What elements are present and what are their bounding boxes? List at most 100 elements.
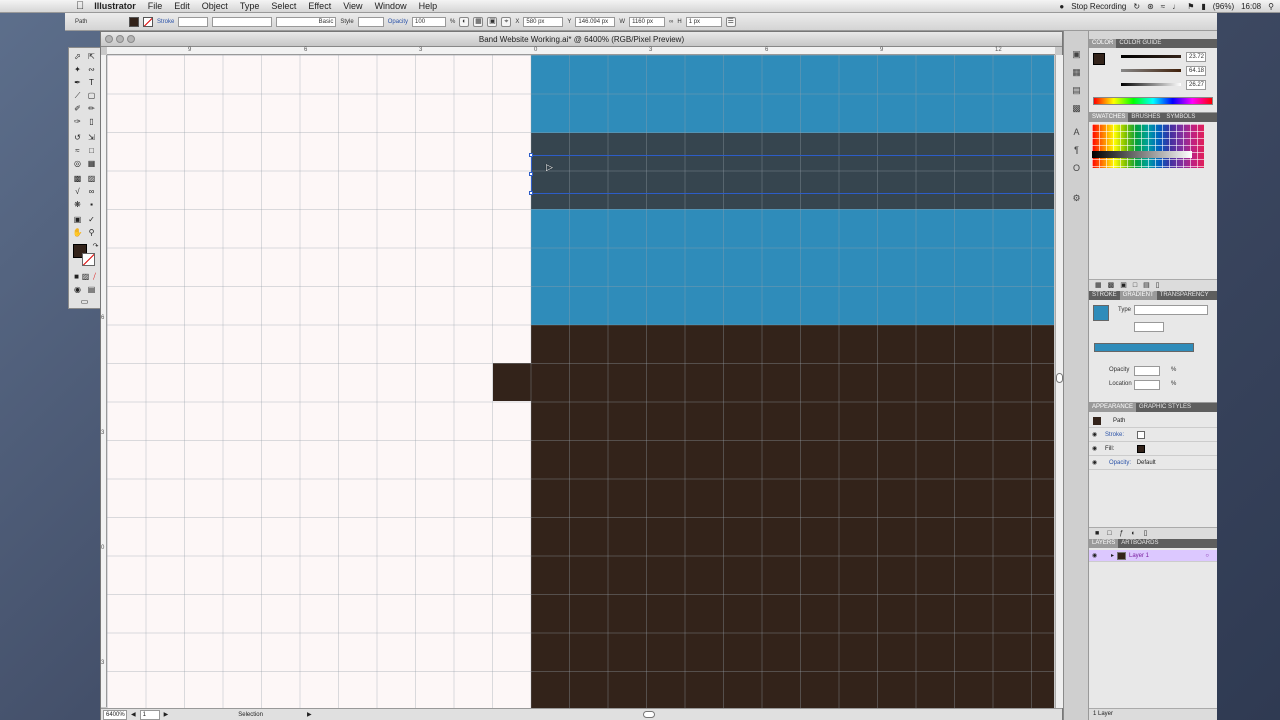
stop-recording-menu[interactable]: Stop Recording xyxy=(1071,2,1126,11)
stroke-color-box[interactable] xyxy=(82,253,95,266)
color-spectrum[interactable] xyxy=(1093,97,1213,105)
flag-icon[interactable]: ⚑ xyxy=(1187,2,1194,11)
status-menu-icon[interactable]: ▶ xyxy=(307,711,312,718)
app-menu[interactable]: Illustrator xyxy=(94,1,136,11)
artboards-icon[interactable]: ▣ xyxy=(1071,49,1082,60)
slice-tool-icon[interactable]: ✓ xyxy=(85,214,98,226)
layer-target-icon[interactable]: ○ xyxy=(1205,550,1209,562)
mesh-tool-icon[interactable]: ▩ xyxy=(71,173,84,185)
free-transform-tool-icon[interactable]: □ xyxy=(85,145,98,157)
record-icon[interactable]: ● xyxy=(1059,2,1064,11)
horizontal-scroll-thumb[interactable] xyxy=(643,711,655,718)
menu-edit[interactable]: Edit xyxy=(174,1,190,11)
brush-select[interactable]: Basic xyxy=(276,16,337,27)
variable-width-select[interactable] xyxy=(212,16,273,27)
next-artboard-icon[interactable]: ▶ xyxy=(164,711,169,718)
stroke-swatch[interactable] xyxy=(143,16,153,27)
battery-status[interactable]: (96%) xyxy=(1213,2,1234,11)
drawing-mode-icon[interactable]: ◉ xyxy=(71,284,84,296)
color-slider-h[interactable] xyxy=(1121,55,1181,58)
selection-tool-icon[interactable]: ⬀ xyxy=(71,51,84,63)
artboard-number-field[interactable]: 1 xyxy=(139,709,160,720)
transform-panel-icon[interactable]: ▦ xyxy=(1071,67,1082,78)
pen-tool-icon[interactable]: ✒ xyxy=(71,77,84,89)
layer-expand-icon[interactable]: ▸ xyxy=(1111,550,1114,562)
recolor-icon[interactable]: ◐ xyxy=(459,16,470,27)
zoom-tool-icon[interactable]: ⚲ xyxy=(85,227,98,239)
fill-attribute-label[interactable]: Fill: xyxy=(1105,446,1114,452)
symbol-sprayer-tool-icon[interactable]: ❋ xyxy=(71,199,84,211)
tab-layers[interactable]: Layers xyxy=(1089,539,1119,548)
x-field[interactable]: 580 px xyxy=(523,16,564,27)
visibility-eye-icon[interactable]: ◉ xyxy=(1092,456,1097,470)
tab-graphic-styles[interactable]: Graphic Styles xyxy=(1136,403,1194,412)
appearance-stroke-row[interactable]: ◉ Stroke: xyxy=(1089,428,1217,442)
zoom-button[interactable] xyxy=(127,35,135,43)
tab-appearance[interactable]: Appearance xyxy=(1089,403,1137,412)
layer-name[interactable]: Layer 1 xyxy=(1129,553,1149,559)
hand-tool-icon[interactable]: ✋ xyxy=(71,227,84,239)
color-value-field[interactable]: 64.18 xyxy=(1186,66,1206,76)
gradient-swatch[interactable] xyxy=(1093,305,1109,321)
anchor-point[interactable] xyxy=(529,153,533,157)
magic-wand-tool-icon[interactable]: ✦ xyxy=(71,64,84,76)
menu-window[interactable]: Window xyxy=(375,1,407,11)
close-button[interactable] xyxy=(105,35,113,43)
menu-help[interactable]: Help xyxy=(419,1,438,11)
stroke-none-swatch[interactable] xyxy=(1137,431,1145,439)
anchor-point[interactable] xyxy=(529,172,533,176)
shape-builder-tool-icon[interactable]: ◎ xyxy=(71,158,84,170)
eyedropper-tool-icon[interactable]: √ xyxy=(71,186,84,198)
visibility-eye-icon[interactable]: ◉ xyxy=(1092,442,1097,456)
style-select[interactable] xyxy=(357,16,384,27)
tab-brushes[interactable]: Brushes xyxy=(1128,113,1163,122)
paragraph-panel-icon[interactable]: ¶ xyxy=(1071,145,1082,156)
color-value-field[interactable]: 26.27 xyxy=(1186,80,1206,90)
lasso-tool-icon[interactable]: ∾ xyxy=(85,64,98,76)
menu-file[interactable]: File xyxy=(148,1,163,11)
opentype-icon[interactable]: O xyxy=(1071,163,1082,174)
y-field[interactable]: 146.094 px xyxy=(575,16,616,27)
perspective-grid-tool-icon[interactable]: ▦ xyxy=(85,158,98,170)
reference-point-icon[interactable]: ⌖ xyxy=(501,16,512,27)
transform-icon[interactable]: ▣ xyxy=(487,16,498,27)
tab-color-guide[interactable]: Color Guide xyxy=(1116,39,1164,48)
fill-swatch[interactable] xyxy=(129,16,139,27)
align-panel-icon[interactable]: ▤ xyxy=(1071,85,1082,96)
apple-menu-icon[interactable]:  xyxy=(76,0,84,12)
layer-row[interactable]: ◉ ▸ Layer 1 ○ xyxy=(1089,550,1217,562)
gradient-tool-icon[interactable]: ▨ xyxy=(85,173,98,185)
menu-effect[interactable]: Effect xyxy=(308,1,331,11)
gradient-ramp[interactable] xyxy=(1094,343,1194,352)
opacity-attribute-label[interactable]: Opacity: xyxy=(1109,460,1131,466)
column-graph-tool-icon[interactable]: ▪ xyxy=(85,199,98,211)
rectangle-tool-icon[interactable]: ▢ xyxy=(85,90,98,102)
rotate-tool-icon[interactable]: ↺ xyxy=(71,132,84,144)
tab-transparency[interactable]: Transparency xyxy=(1157,291,1212,300)
wifi-icon[interactable]: ≈ xyxy=(1161,2,1165,11)
blend-tool-icon[interactable]: ∞ xyxy=(85,186,98,198)
menu-type[interactable]: Type xyxy=(240,1,260,11)
tab-artboards[interactable]: Artboards xyxy=(1118,539,1161,548)
character-panel-icon[interactable]: A xyxy=(1071,127,1082,138)
anchor-point[interactable] xyxy=(529,191,533,195)
bluetooth-icon[interactable]: ⊛ xyxy=(1147,2,1154,11)
minimize-button[interactable] xyxy=(116,35,124,43)
type-tool-icon[interactable]: T xyxy=(85,77,98,89)
color-value-field[interactable]: 23.72 xyxy=(1186,52,1206,62)
tab-swatches[interactable]: Swatches xyxy=(1089,113,1129,122)
paintbrush-tool-icon[interactable]: ✐ xyxy=(71,103,84,115)
direct-selection-tool-icon[interactable]: ⇱ xyxy=(85,51,98,63)
tab-color[interactable]: Color xyxy=(1089,39,1117,48)
status-tool-label[interactable]: Selection xyxy=(238,712,263,718)
constrain-icon[interactable]: ∞ xyxy=(669,19,673,25)
horizontal-ruler[interactable]: 9 6 3 0 3 6 9 12 xyxy=(107,47,1055,55)
links-panel-icon[interactable]: ⚙ xyxy=(1071,193,1082,204)
w-field[interactable]: 1160 px xyxy=(629,16,666,27)
appearance-opacity-row[interactable]: ◉ Opacity: Default xyxy=(1089,456,1217,470)
swatch-grid[interactable] xyxy=(1092,124,1204,168)
screen-mode-icon[interactable]: ▤ xyxy=(85,284,98,296)
gradient-opacity-field[interactable] xyxy=(1134,366,1160,376)
tab-stroke[interactable]: Stroke xyxy=(1089,291,1120,300)
artboard-tool-icon[interactable]: ▣ xyxy=(71,214,84,226)
